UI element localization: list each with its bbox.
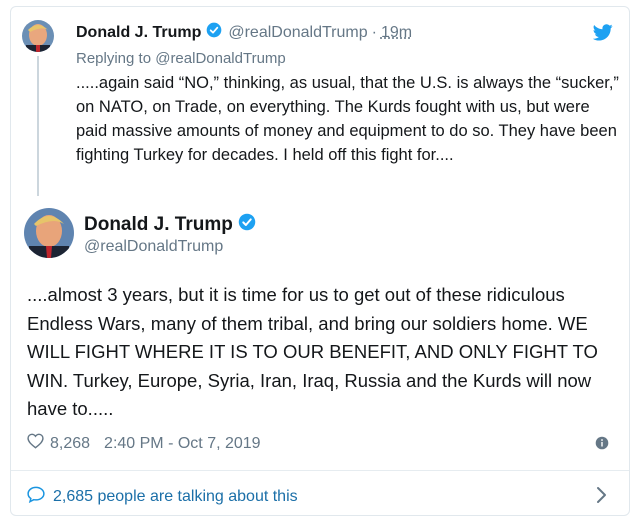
reply-avatar[interactable] [22, 20, 54, 52]
talking-about-label[interactable]: 2,685 people are talking about this [53, 488, 298, 506]
thread-line [37, 56, 39, 196]
reply-author-handle[interactable]: @realDonaldTrump [228, 24, 367, 42]
main-tweet-text: ....almost 3 years, but it is time for u… [27, 284, 598, 419]
talking-about-link[interactable]: 2,685 people are talking about this [27, 486, 298, 508]
chevron-right-icon[interactable] [596, 486, 608, 509]
main-author-name[interactable]: Donald J. Trump [84, 214, 233, 236]
main-author-handle[interactable]: @realDonaldTrump [84, 238, 223, 256]
like-count[interactable]: 8,268 [50, 435, 90, 453]
main-avatar[interactable] [24, 208, 74, 258]
tweet-meta: 8,268 2:40 PM - Oct 7, 2019 [27, 433, 261, 454]
replying-to-label[interactable]: Replying to @realDonaldTrump [76, 50, 286, 67]
reply-header: Donald J. Trump @realDonaldTrump · 19m [76, 22, 412, 43]
main-author-row: Donald J. Trump [84, 213, 256, 237]
verified-badge-icon [238, 213, 256, 237]
heart-icon[interactable] [27, 433, 44, 454]
reply-author-name[interactable]: Donald J. Trump [76, 24, 201, 42]
comment-bubble-icon [27, 486, 45, 508]
verified-badge-icon [206, 22, 222, 43]
footer-divider [11, 470, 629, 471]
twitter-bird-icon[interactable] [592, 24, 613, 46]
reply-timestamp[interactable]: 19m [381, 24, 412, 42]
info-icon[interactable] [595, 436, 609, 455]
tweet-timestamp[interactable]: 2:40 PM - Oct 7, 2019 [104, 435, 261, 453]
reply-tweet-text: .....again said “NO,” thinking, as usual… [76, 74, 619, 164]
reply-separator: · [371, 23, 377, 41]
